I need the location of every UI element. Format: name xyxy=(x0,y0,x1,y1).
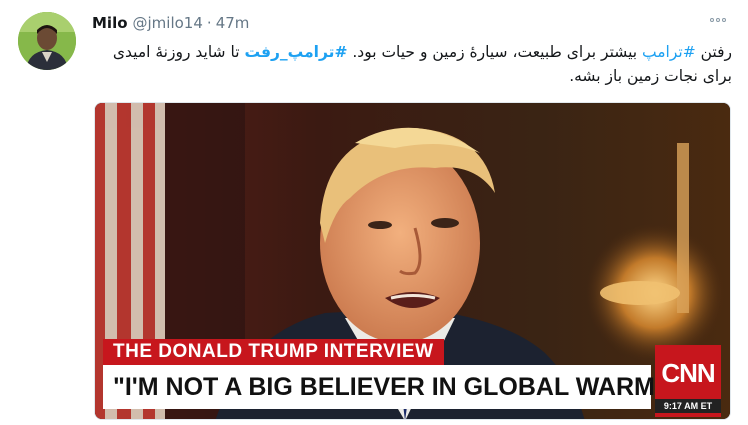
avatar[interactable] xyxy=(18,12,76,70)
headline-banner: THE DONALD TRUMP INTERVIEW xyxy=(103,339,444,365)
tweet-text: رفتن #ترامپ بیشتر برای طبیعت، سیارهٔ زمی… xyxy=(96,40,732,88)
user-handle[interactable]: @jmilo14 xyxy=(133,14,203,32)
tweet-text-segment: بیشتر برای طبیعت، سیارهٔ زمین و حیات بود… xyxy=(347,43,642,61)
hashtag-link[interactable]: #ترامپ_رفت xyxy=(244,43,347,61)
hashtag-link[interactable]: #ترامپ xyxy=(642,43,696,61)
separator-dot: · xyxy=(206,14,212,32)
tweet-card[interactable]: Milo @jmilo14 · 47m رفتن #ترامپ بیشتر بر… xyxy=(0,0,748,425)
avatar-image xyxy=(18,12,76,70)
broadcast-clock: 9:17 AM ET xyxy=(655,399,721,413)
news-lower-third: THE DONALD TRUMP INTERVIEW "I'M NOT A BI… xyxy=(95,335,730,419)
display-name[interactable]: Milo xyxy=(92,14,128,32)
quote-banner: "I'M NOT A BIG BELIEVER IN GLOBAL WARMIN… xyxy=(103,365,711,409)
more-horizontal-icon xyxy=(722,18,726,22)
more-horizontal-icon xyxy=(710,18,714,22)
timestamp[interactable]: 47m xyxy=(216,14,250,32)
more-options-button[interactable] xyxy=(706,10,730,30)
tweet-header: Milo @jmilo14 · 47m xyxy=(92,14,249,34)
more-horizontal-icon xyxy=(716,18,720,22)
tweet-text-segment: رفتن xyxy=(695,43,732,61)
cnn-logo: CNN xyxy=(661,358,715,388)
tweet-media-image[interactable]: THE DONALD TRUMP INTERVIEW "I'M NOT A BI… xyxy=(94,102,731,420)
